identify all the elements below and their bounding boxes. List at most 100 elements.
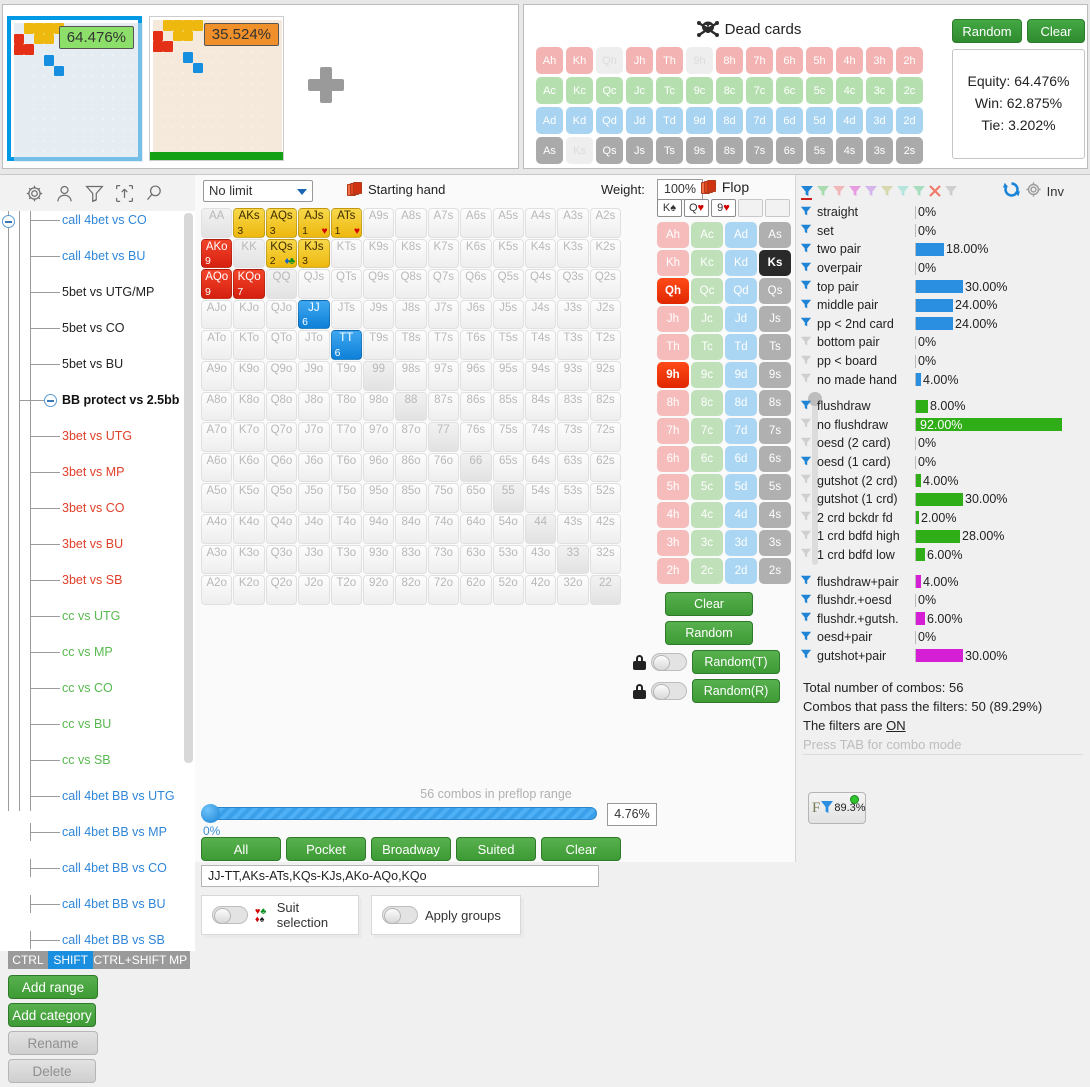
lock-icon[interactable] <box>633 654 646 670</box>
matrix-cell-94s[interactable]: 94s <box>524 360 557 391</box>
matrix-cell-JTs[interactable]: JTs <box>330 299 362 330</box>
dead-card-7s[interactable]: 7s <box>746 137 773 164</box>
funnel-icon-1[interactable] <box>800 184 814 200</box>
flop-card-7h[interactable]: 7h <box>657 418 689 444</box>
matrix-cell-A3o[interactable]: A3o <box>201 544 233 575</box>
range-thumbnail-2[interactable]: 35.524% <box>149 16 284 161</box>
flop-card-Th[interactable]: Th <box>657 334 689 360</box>
flop-card-5s[interactable]: 5s <box>759 474 791 500</box>
matrix-cell-K8s[interactable]: K8s <box>395 238 427 269</box>
matrix-cell-AJo[interactable]: AJo <box>201 299 233 330</box>
flop-card-5h[interactable]: 5h <box>657 474 689 500</box>
matrix-cell-JTo[interactable]: JTo <box>298 330 330 360</box>
matrix-cell-74s[interactable]: 74s <box>524 422 557 452</box>
matrix-cell-AJs[interactable]: AJs 1 ♥ <box>298 208 330 238</box>
matrix-cell-J3o[interactable]: J3o <box>298 544 330 575</box>
tree-item[interactable]: call 4bet vs CO <box>0 211 195 229</box>
matrix-cell-K7o[interactable]: K7o <box>233 422 265 452</box>
matrix-cell-87s[interactable]: 87s <box>427 391 460 422</box>
flop-card-7s[interactable]: 7s <box>759 418 791 444</box>
matrix-cell-75s[interactable]: 75s <box>492 422 524 452</box>
filter-icon[interactable] <box>80 180 108 206</box>
matrix-cell-A7o[interactable]: A7o <box>201 422 233 452</box>
matrix-cell-93o[interactable]: 93o <box>362 544 395 575</box>
matrix-cell-ATs[interactable]: ATs 1 ♥ <box>330 208 362 238</box>
matrix-cell-T2o[interactable]: T2o <box>330 575 362 605</box>
funnel-icon[interactable] <box>800 593 814 608</box>
funnel-icon[interactable] <box>800 574 814 589</box>
slider-knob[interactable] <box>201 804 220 823</box>
matrix-cell-K3o[interactable]: K3o <box>233 544 265 575</box>
flop-card-Tc[interactable]: Tc <box>691 334 723 360</box>
quick-broadway-button[interactable]: Broadway <box>371 837 451 861</box>
funnel-icon-6[interactable] <box>880 184 894 198</box>
matrix-cell-A6o[interactable]: A6o <box>201 452 233 483</box>
slider-value-input[interactable]: 4.76% <box>607 803 657 826</box>
matrix-cell-QTo[interactable]: QTo <box>265 330 298 360</box>
matrix-cell-A9o[interactable]: A9o <box>201 360 233 391</box>
matrix-cell-A3s[interactable]: A3s <box>557 208 589 238</box>
matrix-cell-76o[interactable]: 76o <box>427 452 460 483</box>
matrix-cell-A7s[interactable]: A7s <box>427 208 460 238</box>
matrix-cell-84o[interactable]: 84o <box>395 513 427 544</box>
matrix-cell-A8o[interactable]: A8o <box>201 391 233 422</box>
matrix-cell-T7s[interactable]: T7s <box>427 330 460 360</box>
matrix-cell-Q4s[interactable]: Q4s <box>524 269 557 299</box>
dead-card-Kc[interactable]: Kc <box>566 77 593 104</box>
flop-card-2s[interactable]: 2s <box>759 558 791 584</box>
quick-clear-button[interactable]: Clear <box>541 837 621 861</box>
matrix-cell-Q6s[interactable]: Q6s <box>460 269 492 299</box>
matrix-cell-54s[interactable]: 54s <box>524 483 557 513</box>
matrix-cell-43o[interactable]: 43o <box>524 544 557 575</box>
matrix-cell-A4o[interactable]: A4o <box>201 513 233 544</box>
flop-card-7d[interactable]: 7d <box>725 418 757 444</box>
matrix-cell-44[interactable]: 44 <box>524 513 557 544</box>
user-icon[interactable] <box>50 180 78 206</box>
tree-item[interactable]: call 4bet BB vs BU <box>0 895 195 913</box>
matrix-cell-53s[interactable]: 53s <box>557 483 589 513</box>
matrix-cell-T4o[interactable]: T4o <box>330 513 362 544</box>
dead-card-Jd[interactable]: Jd <box>626 107 653 134</box>
flop-card-Jd[interactable]: Jd <box>725 306 757 332</box>
matrix-cell-85o[interactable]: 85o <box>395 483 427 513</box>
dead-card-3s[interactable]: 3s <box>866 137 893 164</box>
matrix-cell-Q2o[interactable]: Q2o <box>265 575 298 605</box>
refresh-icon[interactable] <box>1002 181 1020 201</box>
suit-selection-toggle[interactable] <box>212 906 248 924</box>
range-percent-slider[interactable]: 0% 4.76% <box>201 803 801 838</box>
flop-card-6d[interactable]: 6d <box>725 446 757 472</box>
dead-card-Ad[interactable]: Ad <box>536 107 563 134</box>
matrix-cell-Q6o[interactable]: Q6o <box>265 452 298 483</box>
tree-item[interactable]: cc vs MP <box>0 643 195 661</box>
matrix-cell-T6s[interactable]: T6s <box>460 330 492 360</box>
dead-card-6d[interactable]: 6d <box>776 107 803 134</box>
dead-card-5s[interactable]: 5s <box>806 137 833 164</box>
matrix-cell-T6o[interactable]: T6o <box>330 452 362 483</box>
tree-item[interactable]: call 4bet BB vs UTG <box>0 787 195 805</box>
matrix-cell-55[interactable]: 55 <box>492 483 524 513</box>
tree-item[interactable]: call 4bet BB vs MP <box>0 823 195 841</box>
flop-card-Qd[interactable]: Qd <box>725 278 757 304</box>
matrix-cell-Q9o[interactable]: Q9o <box>265 360 298 391</box>
matrix-cell-95s[interactable]: 95s <box>492 360 524 391</box>
matrix-cell-K2s[interactable]: K2s <box>589 238 622 269</box>
flop-card-Ac[interactable]: Ac <box>691 222 723 248</box>
dead-card-7h[interactable]: 7h <box>746 47 773 74</box>
filter-badge[interactable]: F 89.3% <box>808 792 866 824</box>
matrix-cell-T2s[interactable]: T2s <box>589 330 622 360</box>
flop-card-6h[interactable]: 6h <box>657 446 689 472</box>
dead-card-7d[interactable]: 7d <box>746 107 773 134</box>
funnel-icon[interactable] <box>800 335 814 350</box>
matrix-cell-86o[interactable]: 86o <box>395 452 427 483</box>
matrix-cell-AKs[interactable]: AKs 3 <box>233 208 265 238</box>
flop-lock-toggle[interactable] <box>651 682 687 700</box>
matrix-cell-T3s[interactable]: T3s <box>557 330 589 360</box>
flop-card-Ah[interactable]: Ah <box>657 222 689 248</box>
matrix-cell-A4s[interactable]: A4s <box>524 208 557 238</box>
flop-card-4s[interactable]: 4s <box>759 502 791 528</box>
tree-item[interactable]: 3bet vs BU <box>0 535 195 553</box>
dead-card-9h[interactable]: 9h <box>686 47 713 74</box>
funnel-icon[interactable] <box>800 399 814 414</box>
flop-card-Qh[interactable]: Qh <box>657 278 689 304</box>
dead-card-4s[interactable]: 4s <box>836 137 863 164</box>
